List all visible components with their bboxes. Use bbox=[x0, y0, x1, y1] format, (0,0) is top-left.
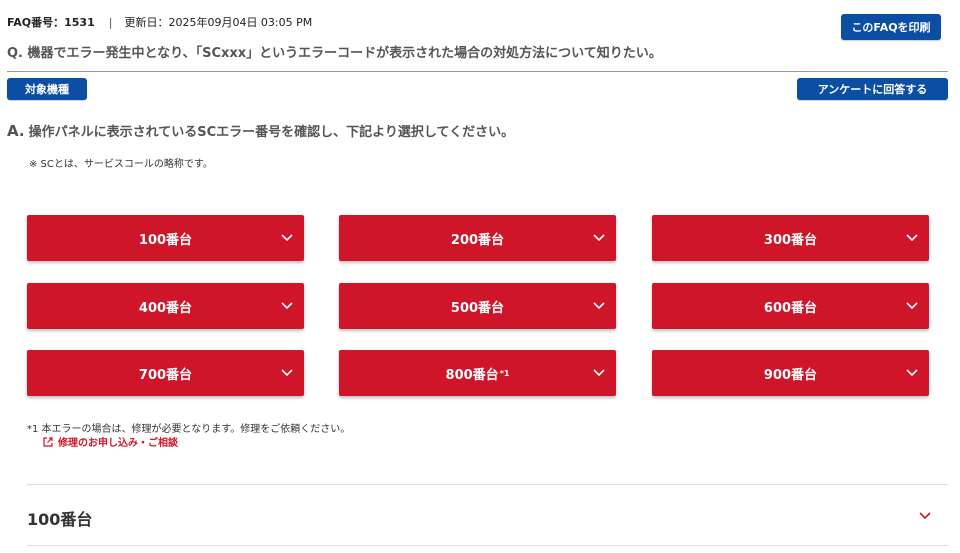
print-faq-button[interactable]: このFAQを印刷 bbox=[841, 14, 941, 40]
chevron-down-icon bbox=[281, 302, 293, 310]
sc-button-label: 200番台 bbox=[450, 232, 505, 248]
sc-500-button[interactable]: 500番台 bbox=[339, 283, 616, 329]
repair-link-label: 修理のお申し込み・ご相談 bbox=[58, 438, 178, 449]
footnote-marker: *1 bbox=[499, 368, 510, 378]
accordion-title[interactable]: 100番台 bbox=[27, 506, 92, 530]
answer-body: 操作パネルに表示されているSCエラー番号を確認し、下記より選択してください。 bbox=[28, 125, 515, 140]
chevron-down-icon bbox=[593, 234, 605, 242]
sc-button-label: 700番台 bbox=[138, 367, 193, 383]
sc-100-button[interactable]: 100番台 bbox=[27, 215, 304, 261]
answer-text: A. 操作パネルに表示されているSCエラー番号を確認し、下記より選択してください。 bbox=[7, 121, 514, 140]
footnote-text: *1 本エラーの場合は、修理が必要となります。修理をご依頼ください。 bbox=[27, 424, 351, 435]
sc-600-button[interactable]: 600番台 bbox=[652, 283, 929, 329]
sc-button-label: 100番台 bbox=[138, 232, 193, 248]
sc-400-button[interactable]: 400番台 bbox=[27, 283, 304, 329]
sc-button-label: 900番台 bbox=[763, 367, 818, 383]
divider bbox=[7, 71, 948, 72]
chevron-down-icon bbox=[593, 302, 605, 310]
sc-note: ※ SCとは、サービスコールの略称です。 bbox=[29, 159, 213, 170]
chevron-down-icon bbox=[281, 369, 293, 377]
faq-number: FAQ番号：1531 bbox=[7, 16, 95, 29]
question-title: Q. 機器でエラー発生中となり、「SCxxx」というエラーコードが表示された場合… bbox=[7, 46, 662, 61]
sc-900-button[interactable]: 900番台 bbox=[652, 350, 929, 396]
chevron-down-icon[interactable] bbox=[918, 508, 932, 522]
sc-button-label: 300番台 bbox=[763, 232, 818, 248]
chevron-down-icon bbox=[906, 234, 918, 242]
chevron-down-icon bbox=[906, 369, 918, 377]
sc-700-button[interactable]: 700番台 bbox=[27, 350, 304, 396]
external-link-icon bbox=[43, 436, 53, 447]
target-devices-button[interactable]: 対象機種 bbox=[7, 78, 87, 100]
sc-800-button[interactable]: 800番台 *1 bbox=[339, 350, 616, 396]
chevron-down-icon bbox=[281, 234, 293, 242]
faq-meta: FAQ番号：1531 | 更新日：2025年09月04日 03:05 PM bbox=[7, 14, 312, 30]
meta-separator: | bbox=[108, 16, 113, 29]
repair-request-link[interactable]: 修理のお申し込み・ご相談 bbox=[43, 434, 178, 449]
updated-date: 更新日：2025年09月04日 03:05 PM bbox=[124, 16, 313, 29]
sc-200-button[interactable]: 200番台 bbox=[339, 215, 616, 261]
survey-button[interactable]: アンケートに回答する bbox=[797, 78, 948, 100]
accordion-divider bbox=[27, 484, 948, 485]
sc-button-label: 800番台 bbox=[445, 367, 499, 383]
accordion-divider bbox=[27, 545, 948, 546]
chevron-down-icon bbox=[593, 369, 605, 377]
sc-button-label: 500番台 bbox=[450, 300, 505, 316]
sc-300-button[interactable]: 300番台 bbox=[652, 215, 929, 261]
answer-prefix: A. bbox=[7, 122, 25, 140]
sc-button-label: 600番台 bbox=[763, 300, 818, 316]
chevron-down-icon bbox=[906, 302, 918, 310]
sc-button-label: 400番台 bbox=[138, 300, 193, 316]
